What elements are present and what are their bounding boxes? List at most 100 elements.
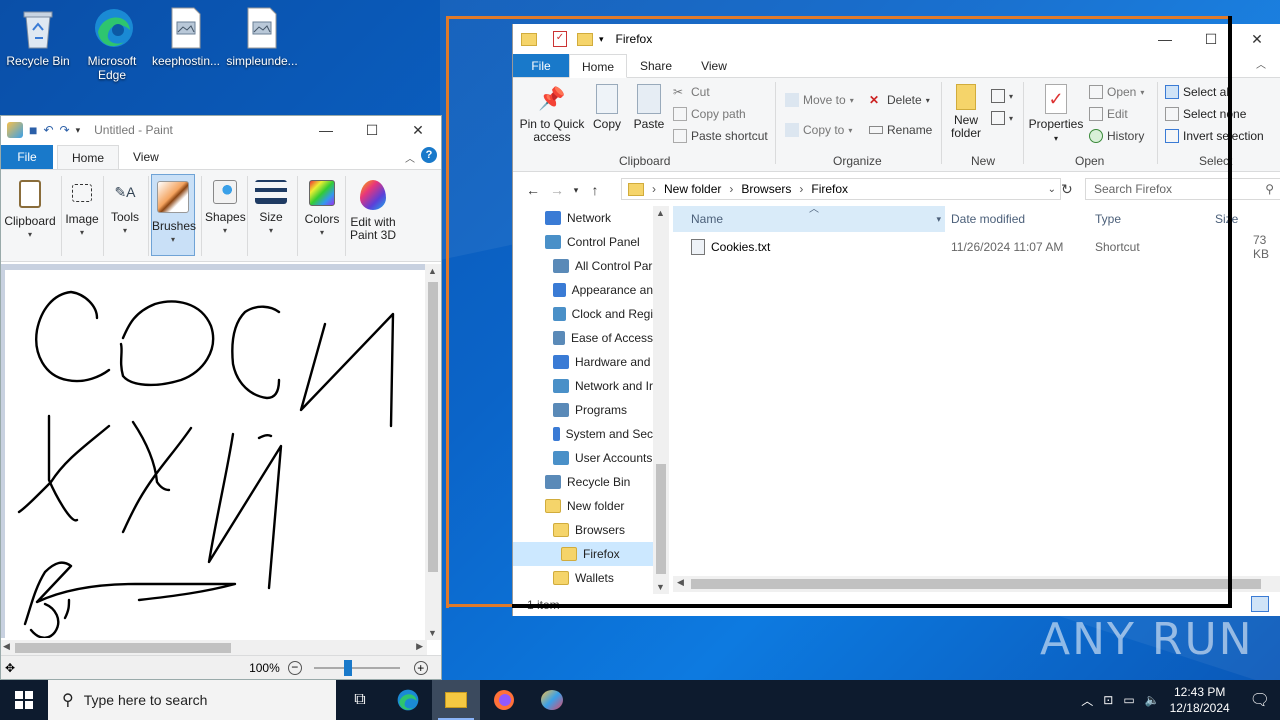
up-arrow-icon[interactable]: ↑: [583, 182, 607, 198]
nav-item[interactable]: New folder: [513, 494, 653, 518]
desktop-icon-edge[interactable]: Microsoft Edge: [74, 6, 150, 82]
column-header-size[interactable]: Size: [1215, 206, 1280, 232]
refresh-icon[interactable]: ↻: [1061, 181, 1073, 198]
image-button[interactable]: Image ▾: [63, 174, 101, 256]
desktop-icon-keephostin[interactable]: keephostin...: [148, 6, 224, 68]
paste-button[interactable]: Paste: [629, 84, 669, 131]
nav-item[interactable]: Appearance an: [513, 278, 653, 302]
redo-icon[interactable]: ↷: [60, 123, 70, 137]
brushes-button[interactable]: Brushes ▾: [151, 174, 196, 256]
canvas-horizontal-scrollbar[interactable]: ◀ ▶: [1, 640, 427, 656]
paint3d-button[interactable]: Edit with Paint 3D: [347, 174, 399, 256]
tab-home[interactable]: Home: [569, 54, 627, 78]
column-header-name[interactable]: Name ︿ ▾: [673, 204, 945, 232]
details-view-icon[interactable]: [1251, 596, 1269, 612]
search-box[interactable]: Search Firefox ⚲: [1085, 178, 1280, 200]
column-dropdown-icon[interactable]: ▾: [936, 214, 941, 225]
undo-icon[interactable]: ↶: [43, 123, 53, 137]
clock[interactable]: 12:43 PM 12/18/2024: [1170, 684, 1230, 716]
new-item-button[interactable]: ▾: [991, 86, 1013, 106]
notifications-icon[interactable]: 🗨: [1250, 690, 1270, 710]
wired-network-icon[interactable]: ▭: [1123, 693, 1134, 707]
address-dropdown-icon[interactable]: ⌄: [1048, 184, 1056, 195]
zoom-slider[interactable]: [313, 659, 400, 676]
tab-share[interactable]: Share: [627, 54, 685, 77]
file-row[interactable]: Cookies.txt 11/26/2024 11:07 AM Shortcut…: [687, 233, 1280, 261]
move-to-button[interactable]: Move to ▾: [785, 90, 854, 110]
address-bar[interactable]: › New folder › Browsers › Firefox ⌄: [621, 178, 1061, 200]
desktop-icon-simpleunde[interactable]: simpleunde...: [224, 6, 300, 68]
navigation-scrollbar[interactable]: ▲ ▼: [653, 206, 669, 594]
nav-item[interactable]: Wallets: [513, 566, 653, 590]
qat-dropdown-icon[interactable]: ▾: [76, 125, 81, 136]
nav-item[interactable]: Browsers: [513, 518, 653, 542]
drawing-canvas[interactable]: [5, 270, 427, 638]
shapes-button[interactable]: Shapes ▾: [205, 174, 246, 256]
taskbar-file-explorer[interactable]: [432, 680, 480, 720]
file-list-horizontal-scrollbar[interactable]: ◀: [673, 576, 1280, 592]
delete-button[interactable]: ✕ Delete ▾: [869, 90, 930, 110]
select-none-button[interactable]: Select none: [1165, 104, 1246, 124]
nav-item[interactable]: Hardware and: [513, 350, 653, 374]
column-header-type[interactable]: Type: [1095, 206, 1205, 232]
cut-button[interactable]: ✂ Cut: [673, 82, 710, 102]
save-icon[interactable]: ■: [29, 122, 37, 138]
zoom-out-icon[interactable]: −: [287, 660, 302, 675]
desktop-icon-recycle-bin[interactable]: Recycle Bin: [0, 6, 76, 68]
rename-button[interactable]: Rename: [869, 120, 932, 140]
taskbar-search[interactable]: ⚲ Type here to search: [48, 680, 336, 720]
nav-item[interactable]: Clock and Regi: [513, 302, 653, 326]
volume-icon[interactable]: 🔈: [1145, 693, 1160, 707]
nav-item[interactable]: User Accounts: [513, 446, 653, 470]
nav-item[interactable]: Recycle Bin: [513, 470, 653, 494]
invert-selection-button[interactable]: Invert selection: [1165, 126, 1264, 146]
forward-arrow-icon[interactable]: →: [545, 182, 569, 198]
task-view-button[interactable]: ⧉: [336, 680, 384, 720]
tools-button[interactable]: ✎A Tools ▾: [105, 174, 145, 256]
network-icon[interactable]: ⊡: [1103, 693, 1113, 707]
tab-file[interactable]: File: [1, 145, 53, 169]
nav-item[interactable]: Programs: [513, 398, 653, 422]
nav-item[interactable]: Control Panel: [513, 230, 653, 254]
properties-qat-icon[interactable]: ✓: [553, 31, 567, 47]
tab-file[interactable]: File: [513, 54, 569, 77]
recent-locations-icon[interactable]: ▾: [569, 185, 583, 196]
search-input[interactable]: Search Firefox: [1094, 182, 1172, 196]
nav-item[interactable]: Firefox: [513, 542, 653, 566]
start-button[interactable]: [0, 680, 48, 720]
qat-dropdown-icon[interactable]: ▾: [599, 34, 604, 45]
column-header-date[interactable]: Date modified: [951, 206, 1087, 232]
breadcrumb-item[interactable]: Browsers: [741, 182, 791, 196]
minimize-button[interactable]: —: [1142, 24, 1188, 54]
taskbar-paint[interactable]: [528, 680, 576, 720]
nav-item[interactable]: Ease of Access: [513, 326, 653, 350]
show-hidden-icons-icon[interactable]: ︿: [1081, 692, 1093, 709]
copy-path-button[interactable]: Copy path: [673, 104, 746, 124]
zoom-in-icon[interactable]: +: [413, 660, 428, 675]
tab-view[interactable]: View: [119, 145, 173, 169]
new-folder-qat-icon[interactable]: [577, 32, 593, 46]
colors-button[interactable]: Colors ▾: [301, 174, 343, 256]
edit-button[interactable]: Edit: [1089, 104, 1128, 124]
paste-shortcut-button[interactable]: Paste shortcut: [673, 126, 768, 146]
taskbar-edge[interactable]: [384, 680, 432, 720]
back-arrow-icon[interactable]: ←: [521, 182, 545, 198]
collapse-ribbon-icon[interactable]: ︿: [1256, 54, 1266, 77]
easy-access-button[interactable]: ▾: [991, 108, 1013, 128]
tab-view[interactable]: View: [685, 54, 743, 77]
pin-quick-access-button[interactable]: 📌 Pin to Quick access: [519, 84, 585, 144]
minimize-button[interactable]: —: [303, 116, 349, 144]
copy-to-button[interactable]: Copy to ▾: [785, 120, 852, 140]
collapse-ribbon-icon[interactable]: ︿: [405, 150, 415, 165]
nav-item[interactable]: Network: [513, 206, 653, 230]
maximize-button[interactable]: ☐: [349, 116, 395, 144]
taskbar-firefox[interactable]: [480, 680, 528, 720]
canvas-vertical-scrollbar[interactable]: ▲ ▼: [425, 264, 441, 640]
nav-item[interactable]: All Control Par: [513, 254, 653, 278]
history-button[interactable]: History: [1089, 126, 1144, 146]
help-icon[interactable]: ?: [421, 147, 437, 163]
close-button[interactable]: ✕: [1234, 24, 1280, 54]
size-button[interactable]: Size ▾: [251, 174, 291, 256]
close-button[interactable]: ✕: [395, 116, 441, 144]
breadcrumb-item[interactable]: Firefox: [811, 182, 848, 196]
